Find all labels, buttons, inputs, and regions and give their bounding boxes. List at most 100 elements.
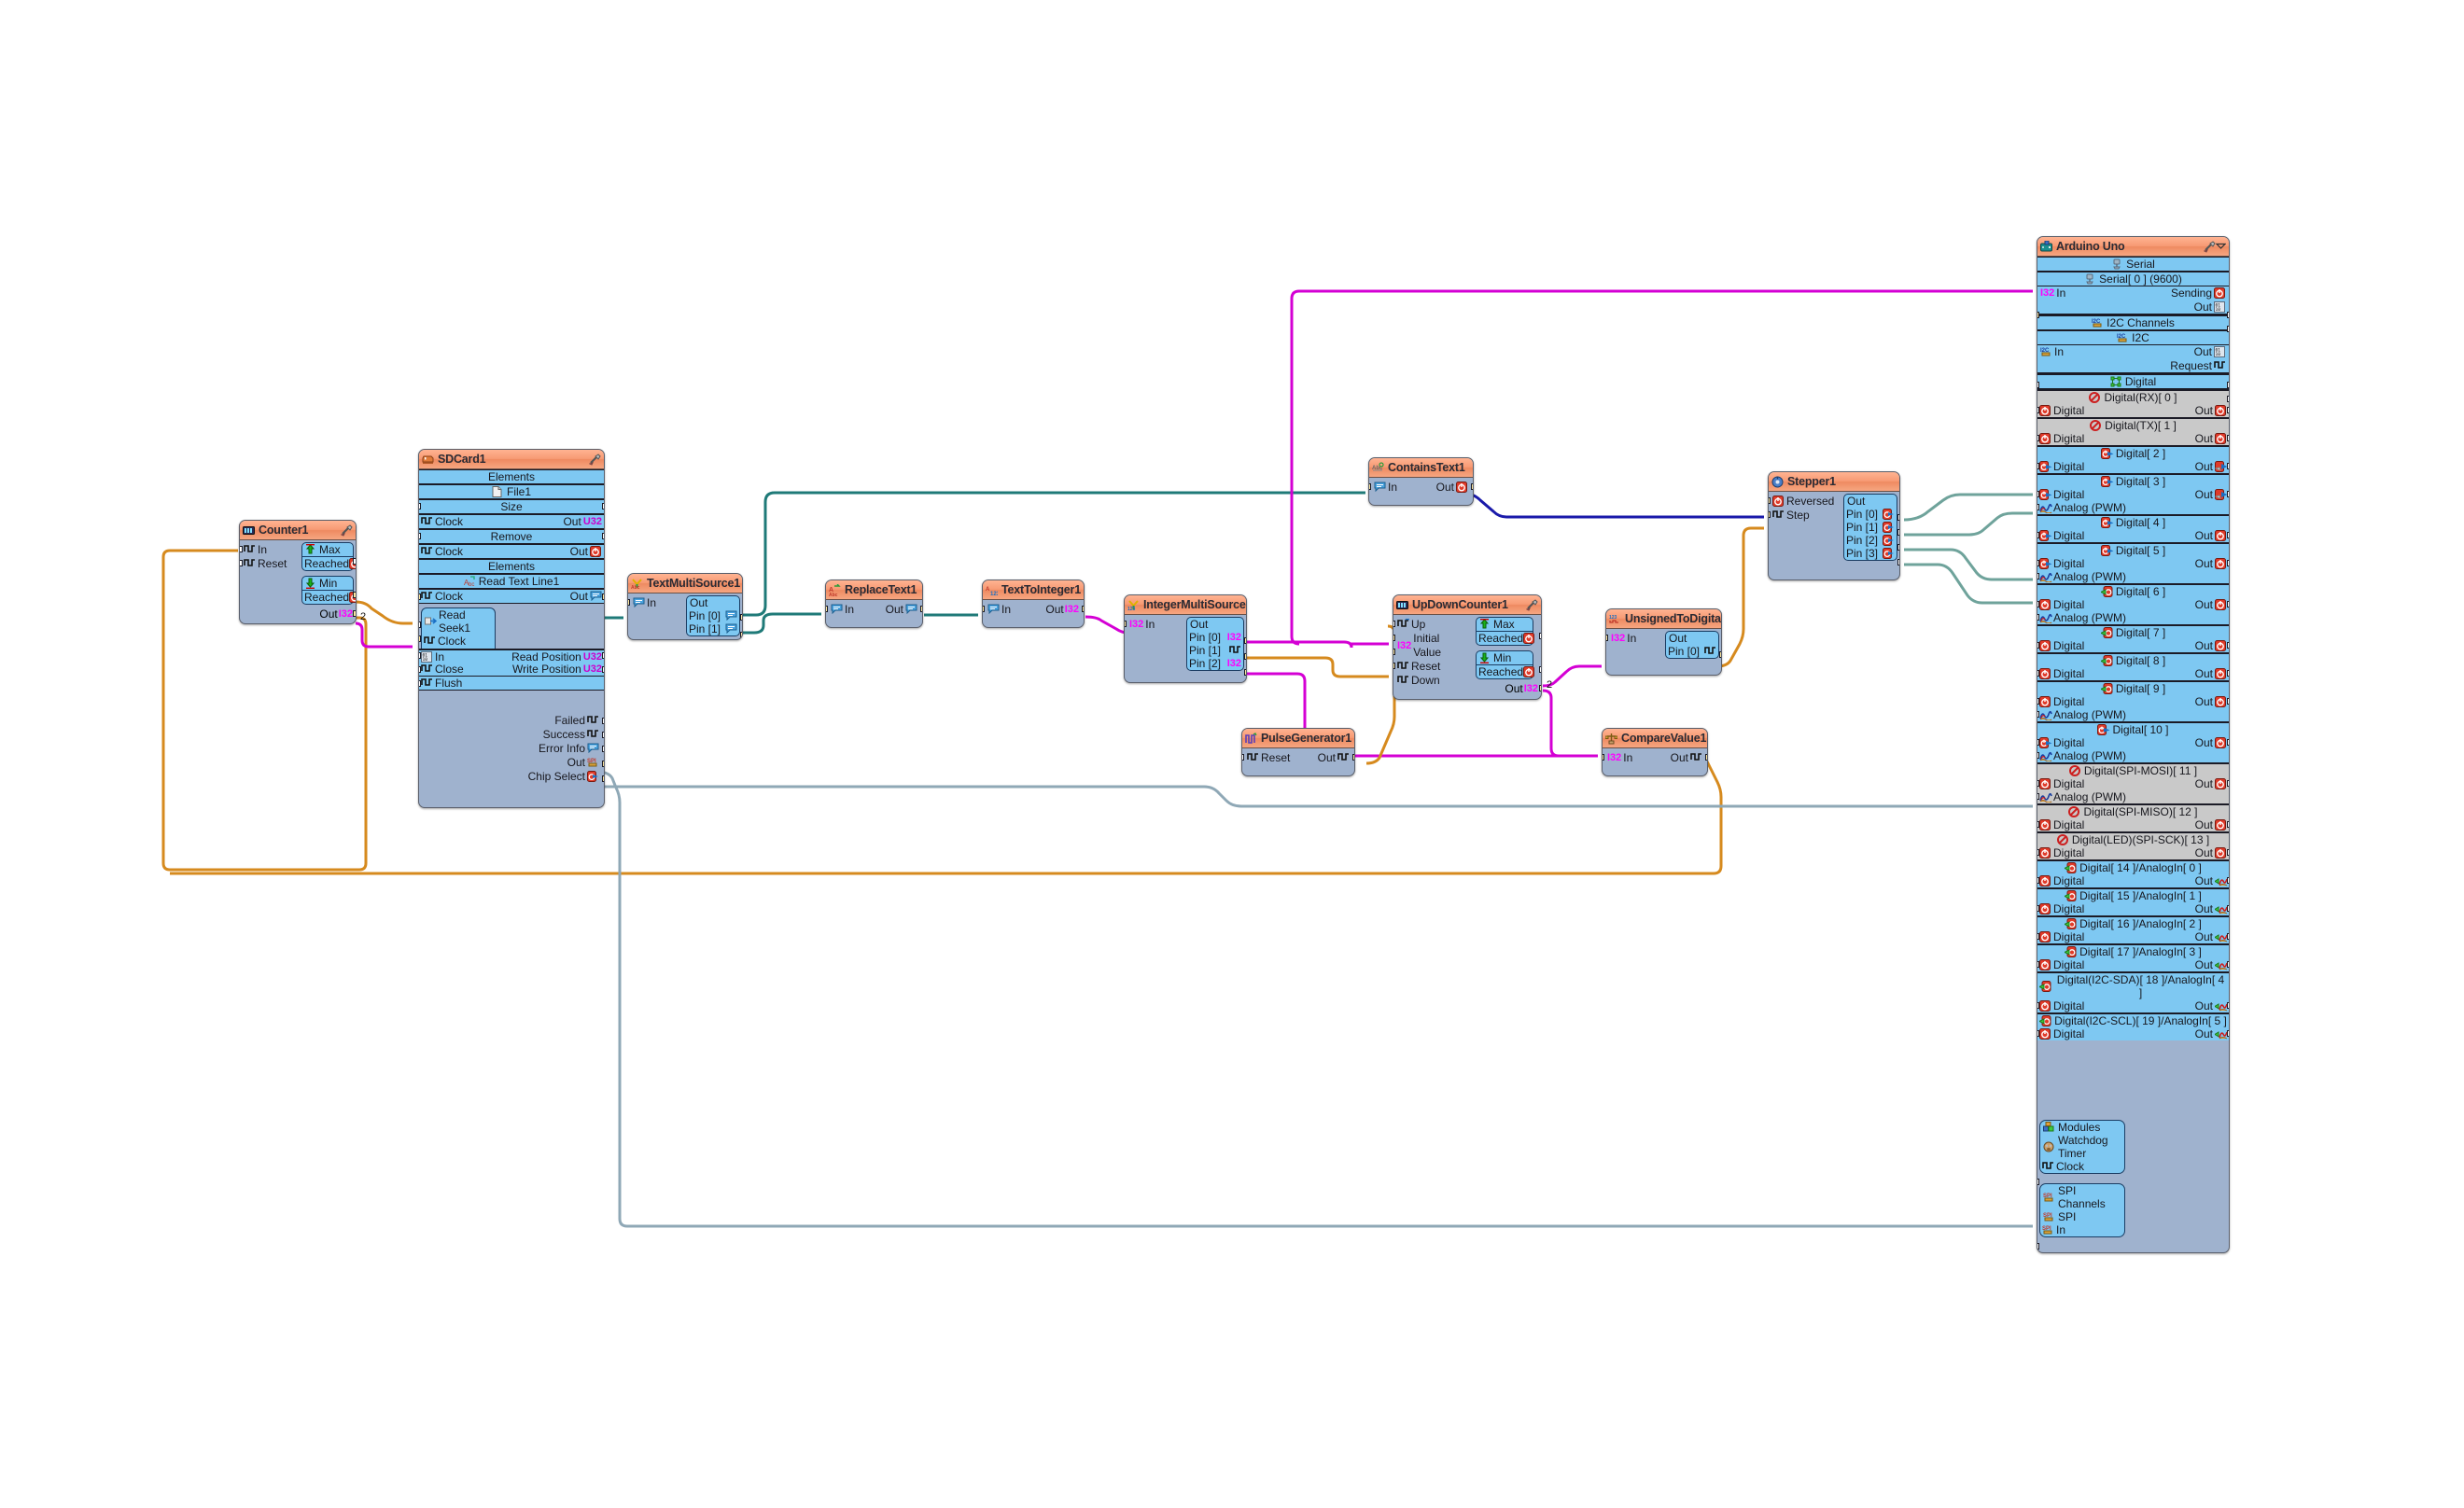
arduino-pin-serial-sending[interactable] [2227, 312, 2229, 318]
component-updowncounter1[interactable]: UpDownCounter1 Up I32 Initial Value Rese… [1393, 594, 1542, 700]
sdcard1-success-row[interactable]: Success [489, 728, 601, 742]
arduino-pin-connector-out[interactable] [2227, 698, 2229, 705]
arduino-pin-row[interactable]: Analog (PWM) [2037, 570, 2229, 583]
arduino-pin-connector-out[interactable] [2227, 532, 2229, 538]
tools-icon[interactable] [1526, 598, 1538, 611]
texttointeger1-pin-out[interactable] [1082, 606, 1084, 612]
arduino-pin-row[interactable]: Digital Out [2037, 818, 2229, 831]
arduino-pin-connector-out[interactable] [2227, 601, 2229, 607]
arduino-pin-connector-in[interactable] [2037, 739, 2039, 746]
arduino-pin-connector-out[interactable] [2227, 463, 2229, 469]
arduino-pin-connector-out[interactable] [2227, 1030, 2229, 1037]
arduino-pin-connector-out[interactable] [2227, 670, 2229, 677]
stepper1-pin-out2[interactable] [1897, 544, 1899, 551]
stepper1-title-bar[interactable]: Stepper1 [1769, 472, 1899, 492]
arduino-pin-connector-out[interactable] [2227, 933, 2229, 940]
sdcard1-pin-readtextline-out[interactable] [602, 593, 604, 600]
arduino-spi-in-row[interactable]: SPI In [2040, 1223, 2124, 1236]
integermultisource1-pin-in[interactable] [1125, 621, 1127, 627]
arduino-pin-row[interactable]: Digital Out [2037, 930, 2229, 943]
arduino-serial-io[interactable]: I32 In Sending Out 01 10 [2037, 286, 2229, 314]
arduino-pin-row[interactable]: Analog (PWM) [2037, 501, 2229, 514]
arduino-pin-connector-in[interactable] [2037, 642, 2039, 649]
stepper1-pin-out1[interactable] [1897, 529, 1899, 536]
textmultisource1-pin-out1[interactable] [740, 632, 742, 638]
component-integermultisource1[interactable]: 123 IntegerMultiSource1 I32 In Out Pin [… [1124, 594, 1247, 683]
updowncounter1-out-row[interactable]: Out I32 [1505, 682, 1538, 695]
sdcard1-pin-flush[interactable] [419, 680, 421, 687]
arduino-pin-connector-in[interactable] [2037, 752, 2039, 759]
stepper1-pin0-row[interactable]: Pin [0] [1844, 508, 1897, 521]
sdcard1-pin-out[interactable] [602, 761, 604, 767]
arduino-pin-connector-out[interactable] [2227, 642, 2229, 649]
updowncounter1-down-row[interactable]: Down [1395, 674, 1470, 688]
counter1-pin-reset[interactable] [240, 560, 243, 566]
arduino-pin-connector-in[interactable] [2037, 491, 2039, 497]
counter1-out-row[interactable]: Out I32 [319, 607, 353, 621]
arduino-pin-row[interactable]: Digital Out [2037, 432, 2229, 445]
stepper1-pin-out3[interactable] [1897, 559, 1899, 566]
sdcard1-errorinfo-row[interactable]: Error Info [489, 742, 601, 756]
arduino-pin-row[interactable]: Digital Out [2037, 1027, 2229, 1040]
arduino-pin-row[interactable]: Digital Out [2037, 846, 2229, 859]
tools-icon[interactable] [341, 524, 353, 537]
component-arduino-uno[interactable]: Arduino Uno Serial Serial[ 0 ] (9600) I3… [2037, 236, 2230, 1253]
arduino-pin-spi-in[interactable] [2037, 1243, 2039, 1250]
stepper1-pin2-row[interactable]: Pin [2] [1844, 534, 1897, 547]
sdcard1-pin-close[interactable] [419, 666, 421, 673]
sdcard1-pin-size-clock[interactable] [419, 503, 421, 510]
arduino-pin-i2c-out[interactable] [2227, 382, 2229, 388]
sdcard1-pin-failed[interactable] [602, 718, 604, 724]
textmultisource1-pin-out0[interactable] [740, 614, 742, 621]
stepper1-pin3-row[interactable]: Pin [3] [1844, 547, 1897, 560]
integermultisource1-pin-out0[interactable] [1244, 637, 1246, 644]
tools-icon[interactable] [2204, 240, 2216, 253]
component-unsignedtodigital1[interactable]: 123 UnsignedToDigital1 I32 In Out Pin [0… [1605, 608, 1722, 676]
component-counter1[interactable]: Counter1 In Reset Max Reached Min Reache… [239, 520, 357, 624]
arduino-pin-row[interactable]: Analog (PWM) [2037, 708, 2229, 721]
replacetext1-io-row[interactable]: In Out [829, 603, 919, 617]
arduino-pin-connector-out[interactable] [2227, 821, 2229, 828]
unsignedtodigital1-pin-out0[interactable] [1719, 651, 1721, 658]
arduino-i2c-in-row[interactable]: I2C In [2040, 345, 2064, 358]
containstext1-io-row[interactable]: In Out [1372, 481, 1470, 495]
integermultisource1-in-row[interactable]: I32 In [1127, 618, 1156, 632]
component-comparevalue1[interactable]: CompareValue1 I32 In Out [1602, 728, 1708, 776]
tools-icon[interactable] [589, 453, 601, 466]
arduino-pin-row[interactable]: Analog (PWM) [2037, 749, 2229, 762]
arduino-pin-connector-in[interactable] [2037, 1030, 2039, 1037]
arduino-title-bar[interactable]: Arduino Uno [2037, 237, 2229, 257]
arduino-pin-connector-in[interactable] [2037, 532, 2039, 538]
counter1-pin-maxreached[interactable] [353, 558, 356, 565]
integermultisource1-pin0-row[interactable]: Pin [0] I32 [1187, 631, 1243, 644]
arduino-serial-sending-row[interactable]: Sending [2171, 286, 2226, 300]
arduino-pin-row[interactable]: Digital Out [2037, 488, 2229, 501]
sdcard1-readtextline-row[interactable]: Clock Out [419, 589, 604, 604]
unsignedtodigital1-in-row[interactable]: I32 In [1609, 632, 1638, 646]
sdcard1-failed-row[interactable]: Failed [489, 714, 601, 728]
sdcard1-pin-remove-clock[interactable] [419, 533, 421, 539]
stepper1-pin-reversed[interactable] [1769, 497, 1771, 504]
arduino-watchdog-clock-row[interactable]: Clock [2040, 1160, 2124, 1173]
arduino-pin-row[interactable]: Digital Out [2037, 598, 2229, 611]
textmultisource1-title-bar[interactable]: Abc TextMultiSource1 [628, 574, 742, 593]
arduino-pin-connector-in[interactable] [2037, 849, 2039, 856]
sdcard1-chipselect-row[interactable]: Chip Select [489, 770, 601, 784]
arduino-pin-connector-in[interactable] [2037, 877, 2039, 884]
sdcard1-pin-size-out[interactable] [602, 503, 604, 510]
containstext1-title-bar[interactable]: Abc ContainsText1 [1369, 458, 1473, 478]
updowncounter1-reset-row[interactable]: Reset [1395, 660, 1470, 674]
arduino-pin-connector-out[interactable] [2227, 491, 2229, 497]
stepper1-pin1-row[interactable]: Pin [1] [1844, 521, 1897, 534]
comparevalue1-pin-in[interactable] [1603, 754, 1604, 761]
stepper1-step-row[interactable]: Step [1771, 509, 1838, 523]
updowncounter1-up-row[interactable]: Up [1395, 618, 1470, 632]
textmultisource1-in-row[interactable]: In [631, 596, 658, 610]
arduino-pin-connector-in[interactable] [2037, 435, 2039, 441]
sdcard1-out-row[interactable]: Out SPI [489, 756, 601, 770]
arduino-pin-row[interactable]: Digital Out [2037, 999, 2229, 1012]
stepper1-pin-out0[interactable] [1897, 514, 1899, 521]
updowncounter1-max-reached-row[interactable]: Reached [1477, 631, 1535, 645]
component-containstext1[interactable]: Abc ContainsText1 In Out [1368, 457, 1474, 506]
arduino-pin-connector-in[interactable] [2037, 1002, 2039, 1009]
